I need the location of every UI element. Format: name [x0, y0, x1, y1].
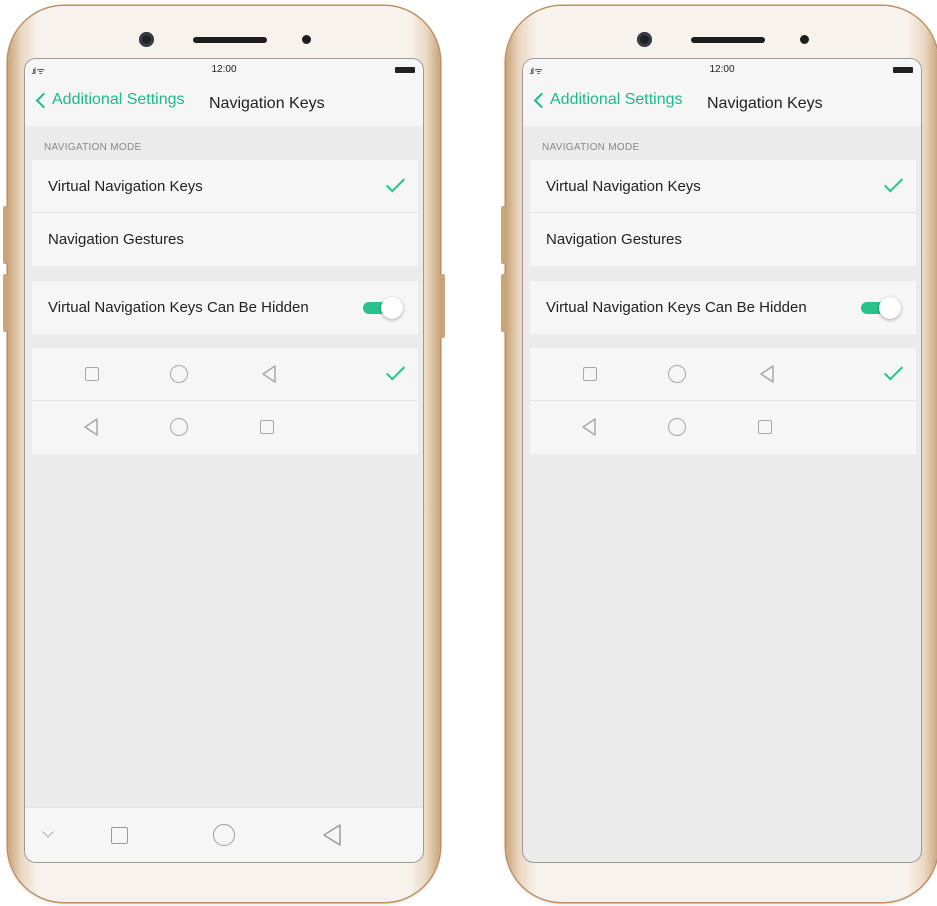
- key-layout-option-2[interactable]: [32, 401, 418, 454]
- front-camera: [139, 32, 154, 47]
- key-layout-list: [530, 348, 916, 454]
- circle-icon: [668, 365, 686, 383]
- navigation-mode-list: Virtual Navigation Keys Navigation Gestu…: [530, 160, 916, 266]
- volume-up-button[interactable]: [501, 206, 506, 264]
- earpiece-speaker: [691, 37, 765, 43]
- volume-up-button[interactable]: [3, 206, 8, 264]
- circle-icon: [170, 418, 188, 436]
- volume-down-button[interactable]: [501, 274, 506, 332]
- home-circle-icon[interactable]: [213, 824, 235, 846]
- checkmark-icon: [883, 173, 904, 193]
- key-layout-list: [32, 348, 418, 454]
- circle-icon: [170, 365, 188, 383]
- header-bar: Additional Settings Navigation Keys: [523, 81, 921, 126]
- section-label-navigation-mode: NAVIGATION MODE: [542, 142, 640, 153]
- battery-icon: [893, 67, 913, 73]
- page-title: Navigation Keys: [209, 95, 325, 112]
- recents-square-icon[interactable]: [111, 827, 128, 844]
- back-triangle-icon: [582, 418, 596, 436]
- screen: .ıl ᯤ 12:00 Additional Settings Navigati…: [522, 58, 922, 863]
- back-triangle-icon: [84, 418, 98, 436]
- status-bar: .ıl ᯤ 12:00: [523, 59, 921, 81]
- back-button[interactable]: Additional Settings: [35, 91, 185, 109]
- back-button[interactable]: Additional Settings: [533, 91, 683, 109]
- system-navigation-bar: [25, 807, 423, 862]
- option-label: Navigation Gestures: [48, 231, 184, 248]
- checkmark-icon: [385, 173, 406, 193]
- hide-keys-card: Virtual Navigation Keys Can Be Hidden: [32, 281, 418, 334]
- header-bar: Additional Settings Navigation Keys: [25, 81, 423, 126]
- option-navigation-gestures[interactable]: Navigation Gestures: [530, 213, 916, 266]
- front-camera: [637, 32, 652, 47]
- section-label-navigation-mode: NAVIGATION MODE: [44, 142, 142, 153]
- chevron-down-icon[interactable]: [42, 826, 54, 838]
- toggle-knob: [879, 297, 901, 319]
- hide-keys-row: Virtual Navigation Keys Can Be Hidden: [32, 281, 418, 334]
- back-label: Additional Settings: [550, 91, 683, 108]
- back-label: Additional Settings: [52, 91, 185, 108]
- checkmark-icon: [385, 361, 406, 381]
- proximity-sensor: [302, 35, 311, 44]
- square-icon: [758, 420, 772, 434]
- back-triangle-icon: [262, 365, 276, 383]
- option-label: Virtual Navigation Keys: [48, 177, 203, 195]
- hide-keys-row: Virtual Navigation Keys Can Be Hidden: [530, 281, 916, 334]
- status-time: 12:00: [709, 64, 735, 75]
- option-virtual-navigation-keys[interactable]: Virtual Navigation Keys: [530, 160, 916, 213]
- phone-left: .ıl ᯤ 12:00 Additional Settings Navigati…: [3, 6, 445, 902]
- option-label: Virtual Navigation Keys: [546, 177, 701, 195]
- back-triangle-icon[interactable]: [322, 824, 342, 846]
- square-icon: [85, 367, 99, 381]
- hide-keys-label: Virtual Navigation Keys Can Be Hidden: [48, 299, 309, 316]
- chevron-left-icon: [533, 92, 550, 108]
- status-time: 12:00: [211, 64, 237, 75]
- screen: .ıl ᯤ 12:00 Additional Settings Navigati…: [24, 58, 424, 863]
- option-virtual-navigation-keys[interactable]: Virtual Navigation Keys: [32, 160, 418, 213]
- key-layout-option-1[interactable]: [530, 348, 916, 401]
- key-layout-option-1[interactable]: [32, 348, 418, 401]
- status-bar: .ıl ᯤ 12:00: [25, 59, 423, 81]
- option-label: Navigation Gestures: [546, 231, 682, 248]
- option-navigation-gestures[interactable]: Navigation Gestures: [32, 213, 418, 266]
- back-triangle-icon: [760, 365, 774, 383]
- square-icon: [583, 367, 597, 381]
- page-title: Navigation Keys: [707, 95, 823, 112]
- navigation-mode-list: Virtual Navigation Keys Navigation Gestu…: [32, 160, 418, 266]
- hide-keys-card: Virtual Navigation Keys Can Be Hidden: [530, 281, 916, 334]
- chevron-left-icon: [35, 92, 52, 108]
- key-layout-option-2[interactable]: [530, 401, 916, 454]
- phone-right: .ıl ᯤ 12:00 Additional Settings Navigati…: [501, 6, 937, 902]
- volume-down-button[interactable]: [3, 274, 8, 332]
- power-button[interactable]: [440, 274, 445, 338]
- circle-icon: [668, 418, 686, 436]
- hide-keys-toggle[interactable]: [363, 297, 403, 319]
- earpiece-speaker: [193, 37, 267, 43]
- hide-keys-toggle[interactable]: [861, 297, 901, 319]
- proximity-sensor: [800, 35, 809, 44]
- battery-icon: [395, 67, 415, 73]
- hide-keys-label: Virtual Navigation Keys Can Be Hidden: [546, 299, 807, 316]
- square-icon: [260, 420, 274, 434]
- checkmark-icon: [883, 361, 904, 381]
- toggle-knob: [381, 297, 403, 319]
